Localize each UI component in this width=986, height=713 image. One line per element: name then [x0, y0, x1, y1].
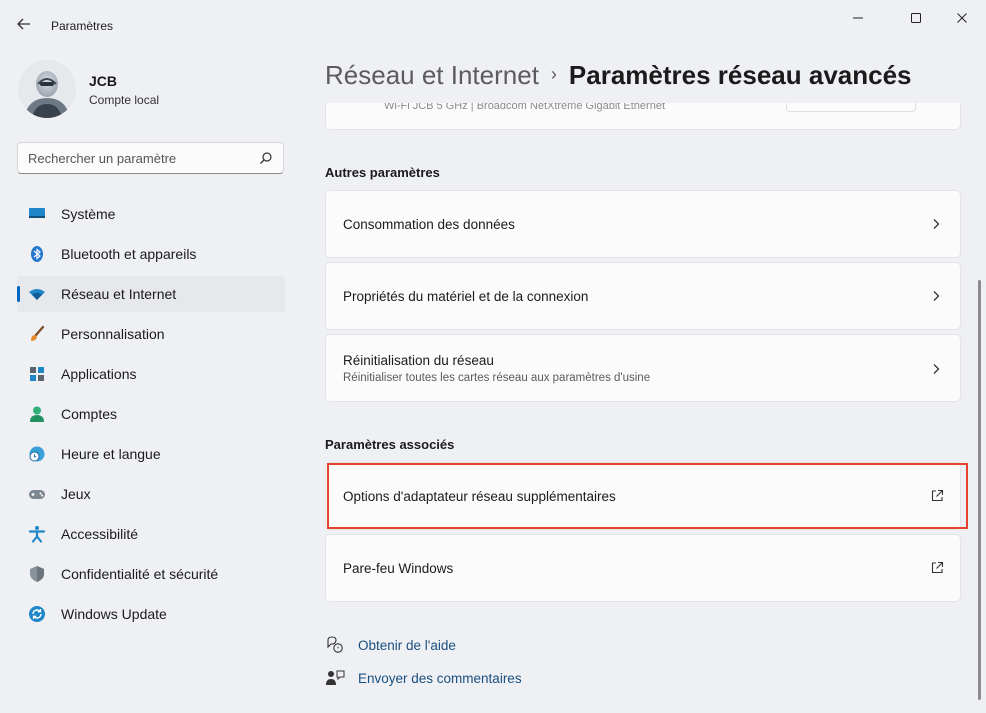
feedback-label[interactable]: Envoyer des commentaires	[358, 671, 522, 686]
active-indicator	[17, 286, 20, 302]
external-link-icon	[931, 489, 944, 502]
chevron-right-icon	[933, 219, 940, 229]
feedback-link[interactable]: Envoyer des commentaires	[325, 669, 522, 687]
external-link-icon	[931, 561, 944, 574]
card-subtitle: Réinitialiser toutes les cartes réseau a…	[343, 372, 651, 384]
search-icon[interactable]	[259, 151, 273, 165]
title-bar: Paramètres	[0, 0, 986, 40]
monitor-icon	[29, 208, 45, 218]
card-pare-feu[interactable]: Pare-feu Windows	[325, 534, 961, 602]
search-box[interactable]	[17, 142, 284, 174]
minimize-button[interactable]	[835, 6, 881, 30]
card-title: Propriétés du matériel et de la connexio…	[343, 289, 589, 304]
update-icon	[29, 606, 45, 622]
get-help-link[interactable]: Obtenir de l'aide	[325, 636, 456, 654]
minimize-icon	[853, 17, 863, 19]
sidebar-item-personnalisation[interactable]: Personnalisation	[17, 316, 285, 352]
bluetooth-icon	[31, 246, 43, 262]
shield-icon	[30, 566, 44, 582]
maximize-button[interactable]	[893, 6, 939, 30]
brush-icon	[31, 325, 45, 341]
close-button[interactable]	[939, 6, 985, 30]
profile-name: JCB	[89, 73, 118, 89]
gamepad-icon	[29, 490, 45, 499]
card-title: Pare-feu Windows	[343, 561, 454, 576]
card-title: Options d'adaptateur réseau supplémentai…	[343, 489, 616, 504]
feedback-icon	[326, 670, 345, 685]
card-consommation-donnees[interactable]: Consommation des données	[325, 190, 961, 258]
sidebar-item-bluetooth[interactable]: Bluetooth et appareils	[17, 236, 285, 272]
avatar[interactable]	[18, 60, 76, 118]
card-title: Consommation des données	[343, 217, 515, 232]
card-proprietes-materiel[interactable]: Propriétés du matériel et de la connexio…	[325, 262, 961, 330]
chevron-right-icon	[933, 364, 940, 374]
breadcrumb-parent[interactable]: Réseau et Internet	[325, 60, 539, 90]
sidebar-item-label: Système	[61, 206, 116, 222]
sidebar-item-confidentialite[interactable]: Confidentialité et sécurité	[17, 556, 285, 592]
chevron-right-icon	[933, 291, 940, 301]
maximize-icon	[911, 13, 921, 23]
sidebar-item-label: Réseau et Internet	[61, 286, 177, 302]
sidebar-item-label: Accessibilité	[61, 526, 139, 542]
sidebar-item-windows-update[interactable]: Windows Update	[17, 596, 285, 632]
sidebar-item-label: Personnalisation	[61, 326, 165, 342]
profile-account-type: Compte local	[89, 93, 160, 107]
sidebar-item-label: Confidentialité et sécurité	[61, 566, 219, 582]
help-icon	[327, 636, 343, 653]
window-title: Paramètres	[51, 19, 114, 33]
sidebar-item-label: Jeux	[61, 486, 91, 502]
close-icon	[957, 13, 967, 23]
scrollbar[interactable]	[978, 280, 981, 700]
search-input[interactable]	[28, 143, 258, 173]
person-icon	[30, 406, 44, 422]
apps-icon	[30, 367, 44, 381]
card-reinitialisation-reseau[interactable]: Réinitialisation du réseau Réinitialiser…	[325, 334, 961, 402]
partial-adapter-card[interactable]: Wi-Fi JCB 5 GHz | Broadcom NetXtreme Gig…	[325, 103, 961, 130]
wifi-icon	[29, 289, 45, 300]
partial-card-button[interactable]	[786, 103, 916, 112]
sidebar-item-heure-langue[interactable]: Heure et langue	[17, 436, 285, 472]
sidebar-item-label: Heure et langue	[61, 446, 161, 462]
avatar-image	[18, 60, 76, 118]
sidebar-item-label: Windows Update	[61, 606, 167, 622]
page-title: Paramètres réseau avancés	[568, 60, 912, 90]
sidebar-item-accessibilite[interactable]: Accessibilité	[17, 516, 285, 552]
section-title-other: Autres paramètres	[325, 165, 440, 180]
card-title: Réinitialisation du réseau	[343, 353, 494, 368]
breadcrumb-separator: ›	[550, 64, 557, 84]
adapter-description: Wi-Fi JCB 5 GHz | Broadcom NetXtreme Gig…	[384, 103, 665, 112]
sidebar-item-label: Applications	[61, 366, 137, 382]
sidebar-item-label: Comptes	[61, 406, 118, 422]
section-title-related: Paramètres associés	[325, 437, 455, 452]
content-pane: Wi-Fi JCB 5 GHz | Broadcom NetXtreme Gig…	[300, 103, 986, 713]
sidebar-nav: Système Bluetooth et appareils Réseau et…	[17, 196, 285, 636]
get-help-label[interactable]: Obtenir de l'aide	[358, 638, 456, 653]
globe-clock-icon	[29, 446, 45, 462]
sidebar-item-comptes[interactable]: Comptes	[17, 396, 285, 432]
accessibility-icon	[28, 526, 46, 543]
sidebar-item-label: Bluetooth et appareils	[61, 246, 197, 262]
breadcrumb: Réseau et Internet › Paramètres réseau ava…	[325, 60, 912, 91]
sidebar-item-reseau[interactable]: Réseau et Internet	[17, 276, 285, 312]
card-options-adaptateur[interactable]: Options d'adaptateur réseau supplémentai…	[325, 462, 961, 530]
sidebar-item-applications[interactable]: Applications	[17, 356, 285, 392]
sidebar-item-systeme[interactable]: Système	[17, 196, 285, 232]
back-arrow-icon[interactable]	[13, 13, 35, 35]
sidebar-item-jeux[interactable]: Jeux	[17, 476, 285, 512]
